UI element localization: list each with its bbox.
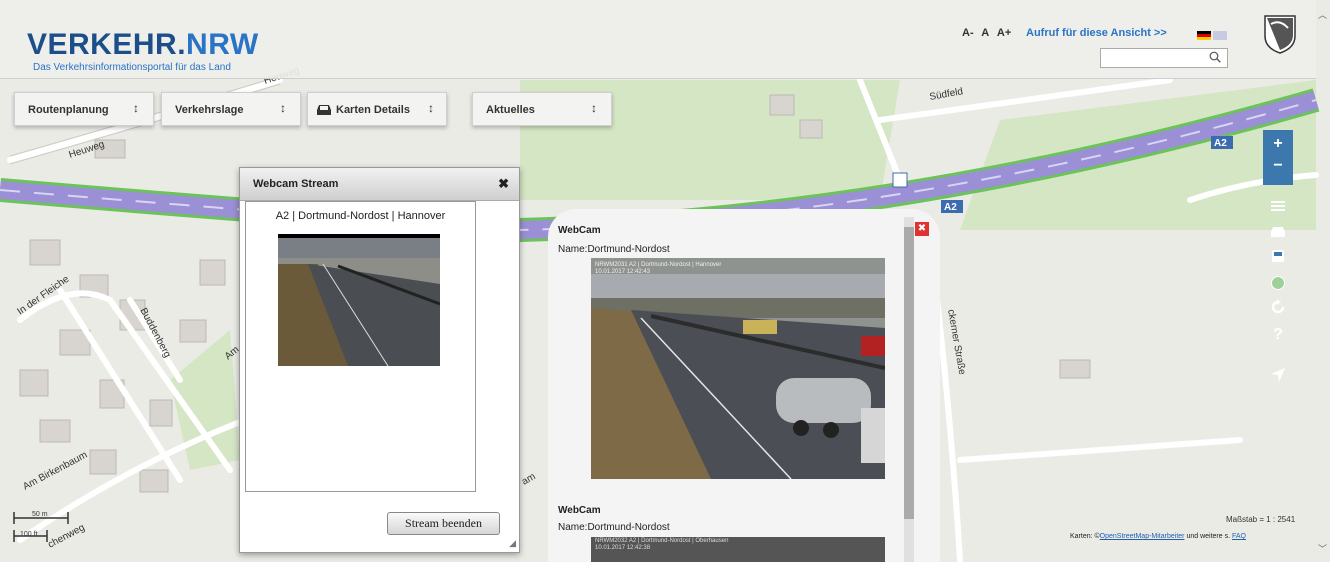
scale-text: Maßstab = 1 : 2541	[1226, 515, 1296, 524]
scale-label-metric: 50 m	[32, 511, 48, 518]
nav-routenplanung-button[interactable]: Routenplanung ↕	[14, 92, 154, 126]
nav-label: Karten Details	[336, 104, 410, 116]
nav-verkehrslage-button[interactable]: Verkehrslage ↕	[161, 92, 301, 126]
logo-subtitle: Das Verkehrsinformationsportal für das L…	[33, 62, 231, 73]
nav-aktuelles-button[interactable]: Aktuelles ↕	[472, 92, 612, 126]
webcam-heading: WebCam	[558, 225, 601, 236]
layers-icon[interactable]	[1270, 199, 1286, 213]
nrw-crest-icon	[1264, 15, 1296, 54]
zoom-controls: + −	[1263, 130, 1293, 185]
stream-frame: A2 | Dortmund-Nordost | Hannover	[245, 201, 476, 492]
locate-arrow-icon[interactable]	[1270, 367, 1286, 383]
dialog-title: Webcam Stream	[253, 178, 339, 190]
scroll-down-arrow-icon[interactable]: ﹀	[1318, 542, 1327, 555]
nav-label: Aktuelles	[486, 104, 535, 116]
panel-scrollbar[interactable]	[904, 217, 914, 562]
webcam-image	[278, 234, 440, 366]
logo[interactable]: VERKEHR.NRW	[27, 30, 259, 60]
webcam-image[interactable]: NRWM2031 A2 | Dortmund-Nordost | Hannove…	[591, 258, 885, 479]
camera-caption: NRWM2032 A2 | Dortmund-Nordost | Oberhau…	[595, 538, 729, 544]
zoom-in-button[interactable]: +	[1263, 133, 1293, 155]
zoom-out-button[interactable]: −	[1263, 155, 1293, 177]
stream-caption: A2 | Dortmund-Nordost | Hannover	[275, 210, 446, 222]
camera-timestamp: 10.01.2017 12:42:43	[595, 269, 651, 275]
dialog-titlebar[interactable]: Webcam Stream ✖	[240, 168, 519, 201]
font-size-controls: A- A A+	[962, 27, 1016, 39]
webcam-heading: WebCam	[558, 505, 601, 516]
webcam-stream-dialog: Webcam Stream ✖ A2 | Dortmund-Nordost | …	[239, 167, 520, 553]
webcam-image[interactable]: NRWM2032 A2 | Dortmund-Nordost | Oberhau…	[591, 537, 885, 562]
refresh-icon[interactable]	[1270, 299, 1286, 315]
english-flag-icon[interactable]	[1213, 31, 1227, 41]
road-shield-label: A2	[1214, 138, 1227, 149]
german-flag-icon[interactable]	[1197, 31, 1211, 41]
road-shield-label: A2	[944, 202, 957, 213]
view-link[interactable]: Aufruf für diese Ansicht >>	[1026, 27, 1167, 39]
search-input[interactable]	[1100, 48, 1228, 68]
nav-label: Verkehrslage	[175, 104, 244, 116]
font-size-normal-button[interactable]: A	[981, 27, 989, 39]
faq-link[interactable]: FAQ	[1232, 533, 1246, 540]
scale-label-imperial: 100 ft	[20, 531, 38, 538]
language-switcher	[1197, 27, 1229, 45]
help-button[interactable]: ?	[1263, 324, 1293, 346]
stop-stream-button[interactable]: Stream beenden	[387, 512, 500, 535]
font-size-increase-button[interactable]: A+	[997, 27, 1011, 39]
nav-karten-details-button[interactable]: Karten Details ↕	[307, 92, 447, 126]
camera-caption: NRWM2031 A2 | Dortmund-Nordost | Hannove…	[595, 262, 721, 268]
font-size-decrease-button[interactable]: A-	[962, 27, 974, 39]
close-icon[interactable]: ✖	[498, 168, 509, 200]
bus-icon[interactable]	[1270, 249, 1286, 265]
resize-grip-icon[interactable]: ◢	[509, 538, 516, 549]
webcam-name: Name:Dortmund-Nordost	[558, 244, 670, 255]
updown-arrow-icon: ↕	[280, 101, 286, 115]
scrollbar-thumb[interactable]	[904, 227, 914, 519]
camera-timestamp: 10.01.2017 12:42:38	[595, 545, 651, 551]
osm-link[interactable]: OpenStreetMap-Mitarbeiter	[1100, 533, 1185, 540]
updown-arrow-icon: ↕	[428, 101, 434, 115]
globe-icon[interactable]	[1270, 275, 1286, 291]
close-icon[interactable]: ✖	[915, 222, 929, 236]
webcam-name: Name:Dortmund-Nordost	[558, 522, 670, 533]
updown-arrow-icon: ↕	[591, 101, 597, 115]
updown-arrow-icon: ↕	[133, 101, 139, 115]
scroll-up-arrow-icon[interactable]: ︿	[1318, 8, 1327, 21]
header-bar: VERKEHR.NRW Das Verkehrsinformationsport…	[0, 0, 1316, 79]
nav-label: Routenplanung	[28, 104, 109, 116]
car-icon[interactable]	[1270, 225, 1286, 239]
bus-stop-icon[interactable]	[892, 172, 908, 188]
car-icon	[317, 105, 331, 115]
map-attribution: Karten: ©OpenStreetMap-Mitarbeiter und w…	[1070, 533, 1247, 540]
search-icon[interactable]	[1209, 51, 1221, 63]
webcam-info-panel: WebCam Name:Dortmund-Nordost NRWM2031 A2…	[548, 209, 940, 562]
